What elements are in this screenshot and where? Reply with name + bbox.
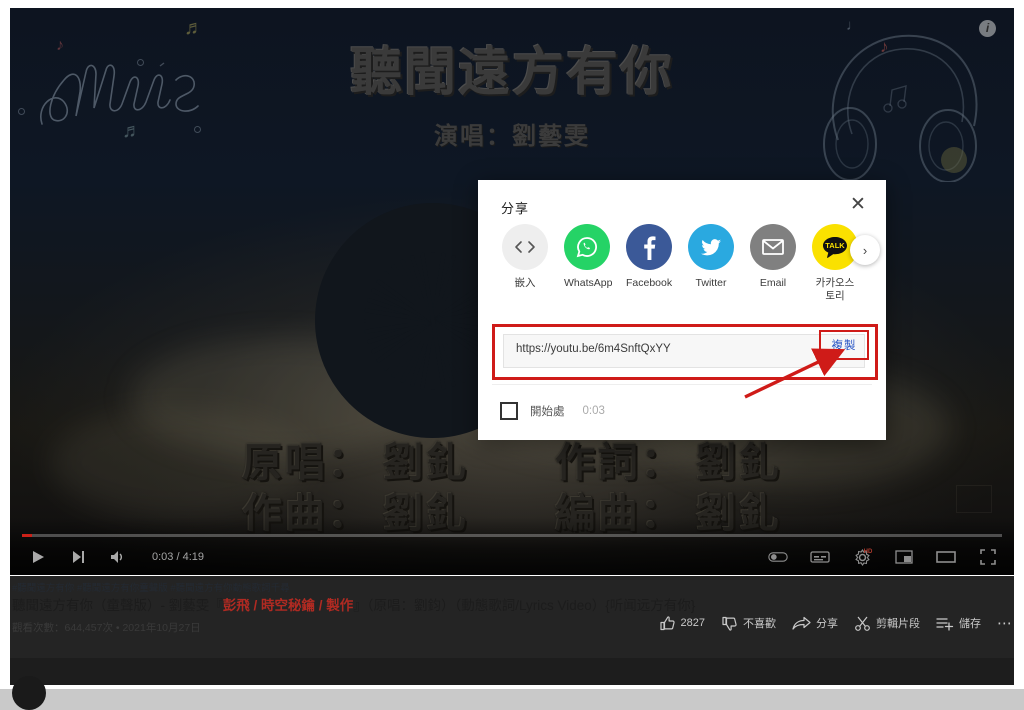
thumbs-down-icon (722, 616, 737, 631)
credit-name: 劉釓 (695, 440, 782, 486)
control-row: 0:03 / 4:19 HD (10, 539, 1014, 575)
share-target-label: 카카오스토리 (815, 277, 855, 303)
share-target-kakaostory[interactable]: TALK 카카오스토리 (812, 224, 858, 303)
controls-left: 0:03 / 4:19 (28, 539, 204, 575)
share-url-input[interactable]: https://youtu.be/6m4SnftQxYY (503, 334, 865, 368)
video-title-part-1: 聽聞遠方有你（童聲版）- 劉藝雯『 (12, 598, 223, 613)
volume-button[interactable] (108, 547, 128, 567)
dialog-divider (492, 384, 872, 385)
share-target-embed[interactable]: 嵌入 (502, 224, 548, 290)
progress-played (22, 534, 32, 537)
video-title: 聽聞遠方有你（童聲版）- 劉藝雯『彭飛 / 時空秘鑰 / 製作』（原唱：劉鈞）（… (12, 594, 695, 614)
subtitles-button[interactable] (810, 547, 830, 567)
share-targets-next-button[interactable]: › (850, 235, 880, 265)
credit-label: 原唱： (242, 440, 372, 486)
embed-code-icon (502, 224, 548, 270)
share-dialog-title: 分享 (501, 201, 530, 216)
share-target-label: Email (759, 277, 787, 289)
whatsapp-icon (564, 224, 610, 270)
scissors-icon (855, 616, 870, 631)
share-label: 分享 (816, 618, 838, 630)
facebook-icon (626, 224, 672, 270)
video-meta-section: #聽聞遠方有你 #聽聞遠方有你童聲版 #聽聞遠方有你動態歌詞千尋 聽聞遠方有你（… (10, 578, 1014, 658)
save-button[interactable]: 儲存 (936, 615, 981, 632)
share-target-label: Twitter (695, 277, 727, 289)
video-overlay-subtitle: 演唱：劉藝雯 (434, 123, 590, 150)
share-target-twitter[interactable]: Twitter (688, 224, 734, 290)
url-row-highlight: https://youtu.be/6m4SnftQxYY 複製 (492, 324, 878, 380)
like-count: 2827 (680, 617, 705, 629)
video-overlay-title: 聽聞遠方有你 (349, 43, 674, 103)
copy-button-highlight: 複製 (819, 330, 869, 360)
ellipsis-icon: ⋯ (997, 615, 1014, 632)
start-at-label: 開始處 (530, 406, 565, 418)
controls-right: HD (768, 539, 998, 575)
share-url-text: https://youtu.be/6m4SnftQxYY (516, 343, 671, 355)
share-target-email[interactable]: Email (750, 224, 796, 290)
video-title-highlight: 彭飛 / 時空秘鑰 / 製作 (222, 598, 354, 613)
credit-name: 劉釓 (383, 440, 470, 486)
action-bar: 2827 不喜歡 分享 剪輯片段 儲存 ⋯ (659, 614, 1014, 632)
playlist-add-icon (936, 617, 954, 631)
twitter-icon (688, 224, 734, 270)
start-at-row[interactable]: 開始處 0:03 (500, 402, 605, 420)
theater-button[interactable] (936, 547, 956, 567)
share-target-facebook[interactable]: Facebook (626, 224, 672, 290)
email-icon (750, 224, 796, 270)
settings-button[interactable]: HD (852, 547, 872, 567)
share-target-whatsapp[interactable]: WhatsApp (564, 224, 613, 290)
more-button[interactable]: ⋯ (997, 614, 1014, 632)
start-at-time: 0:03 (582, 405, 605, 417)
share-arrow-icon (792, 616, 811, 630)
like-button[interactable]: 2827 (659, 615, 705, 632)
clip-label: 剪輯片段 (876, 618, 920, 630)
share-dialog[interactable]: 分享 ✕ 嵌入 WhatsApp Facebook Twitter Email … (478, 180, 886, 440)
player-control-bar: 0:03 / 4:19 HD (10, 517, 1014, 575)
start-at-checkbox[interactable] (500, 402, 518, 420)
share-button[interactable]: 分享 (792, 615, 838, 632)
close-icon[interactable]: ✕ (846, 193, 870, 217)
miniplayer-button[interactable] (894, 547, 914, 567)
svg-text:TALK: TALK (825, 241, 845, 250)
fullscreen-button[interactable] (978, 547, 998, 567)
hashtag-row[interactable]: #聽聞遠方有你 #聽聞遠方有你童聲版 #聽聞遠方有你動態歌詞千尋 (12, 580, 290, 594)
share-target-label: 嵌入 (514, 277, 536, 289)
channel-watermark[interactable] (956, 485, 992, 513)
next-button[interactable] (68, 547, 88, 567)
avatar[interactable] (12, 676, 46, 710)
clip-button[interactable]: 剪輯片段 (854, 615, 920, 632)
video-title-part-2: 』（原唱：劉鈞）（動態歌詞/Lyrics Video）{听闻远方有你} (353, 598, 696, 613)
bottom-strip (10, 658, 1014, 685)
screenshot-root: ♬ ♪ ♬ ♪ ♩ i 聽聞遠方有你 演唱：劉藝雯 原唱： 劉釓 作詞： 劉釓 … (0, 0, 1024, 710)
progress-bar[interactable] (22, 534, 1002, 537)
copy-button[interactable]: 複製 (832, 337, 857, 353)
dislike-label: 不喜歡 (743, 618, 776, 630)
credits-line-1: 原唱： 劉釓 作詞： 劉釓 (10, 438, 1014, 489)
save-label: 儲存 (959, 618, 981, 630)
dislike-button[interactable]: 不喜歡 (721, 615, 776, 632)
time-display: 0:03 / 4:19 (152, 551, 204, 563)
view-count: 觀看次數：644,457次 • 2021年10月27日 (12, 622, 201, 634)
play-button[interactable] (28, 547, 48, 567)
credit-label: 作詞： (554, 440, 684, 486)
share-target-label: WhatsApp (564, 277, 613, 289)
thumbs-up-icon (659, 615, 675, 630)
decorative-dot (18, 108, 25, 115)
share-target-label: Facebook (626, 277, 673, 289)
autoplay-toggle[interactable] (768, 547, 788, 567)
share-targets-row: 嵌入 WhatsApp Facebook Twitter Email TALK … (478, 224, 886, 304)
quality-badge: HD (863, 549, 873, 555)
